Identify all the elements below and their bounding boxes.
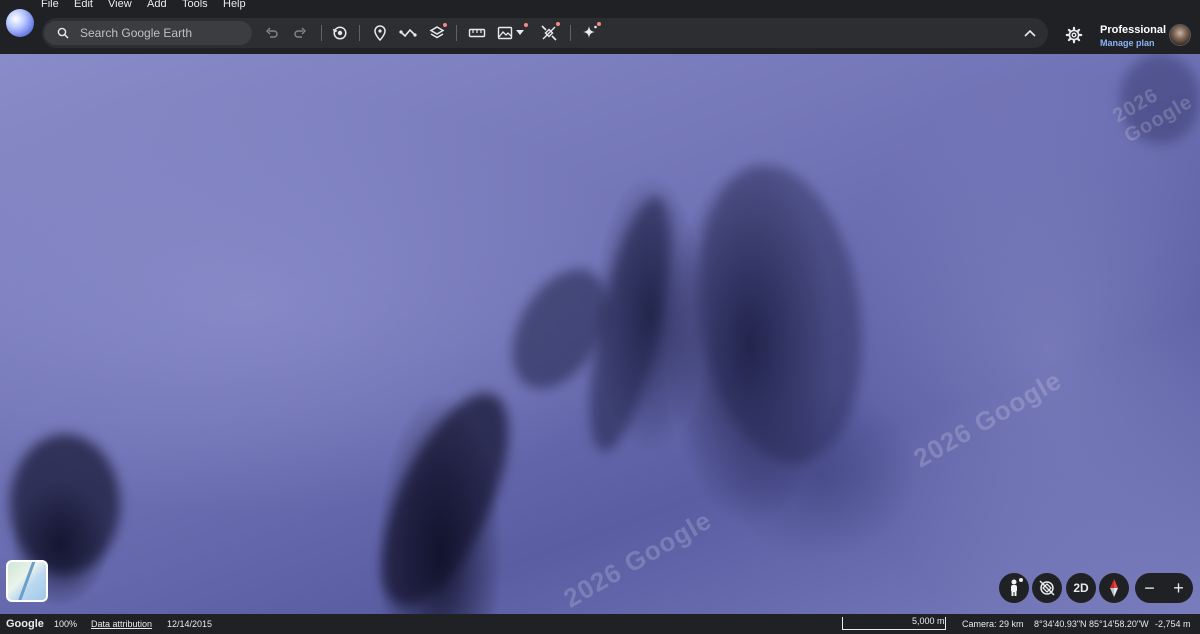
collapse-icon[interactable] xyxy=(1020,23,1040,43)
menu-bar: File Edit View Add Tools Help xyxy=(0,0,1200,12)
notification-dot xyxy=(1019,578,1023,582)
menu-file[interactable]: File xyxy=(41,0,59,10)
menu-view[interactable]: View xyxy=(108,0,132,10)
search-input[interactable] xyxy=(80,26,240,40)
chevron-down-icon[interactable] xyxy=(513,23,528,43)
path-icon[interactable] xyxy=(398,23,418,43)
map-style-icon[interactable] xyxy=(495,23,515,43)
compass-icon[interactable] xyxy=(1099,573,1129,603)
cursor-coordinates: 8°34'40.93"N 85°14'58.20"W xyxy=(1034,619,1149,629)
view-mode-2d-button[interactable]: 2D xyxy=(1066,573,1096,603)
top-bar: Professional Manage plan xyxy=(0,9,1200,54)
ai-sparkle-icon[interactable] xyxy=(580,22,601,43)
manage-plan-link[interactable]: Manage plan xyxy=(1100,38,1155,48)
gear-icon[interactable] xyxy=(1065,26,1083,44)
notification-dot xyxy=(597,22,601,26)
notification-dot xyxy=(443,23,447,27)
toolbar-divider xyxy=(359,25,360,41)
avatar[interactable] xyxy=(1169,24,1191,46)
toolbar-divider xyxy=(456,25,457,41)
zoom-in-button[interactable]: + xyxy=(1164,573,1193,603)
zoom-level: 100% xyxy=(54,619,78,629)
measure-icon[interactable] xyxy=(467,23,487,43)
terrain-shadow xyxy=(679,154,881,474)
imagery-date: 12/14/2015 xyxy=(167,619,213,629)
notification-dot xyxy=(524,23,528,27)
google-earth-logo-icon[interactable] xyxy=(6,9,34,37)
undo-icon[interactable] xyxy=(262,23,282,43)
satellite-icon[interactable] xyxy=(539,22,560,43)
terrain-shadow xyxy=(355,375,535,614)
zoom-out-button[interactable]: − xyxy=(1135,573,1164,603)
main-toolbar xyxy=(42,18,1048,48)
menu-add[interactable]: Add xyxy=(147,0,167,10)
terrain-shadow xyxy=(10,434,120,574)
zoom-controls: − + xyxy=(1135,573,1193,603)
elevation: -2,754 m xyxy=(1155,619,1191,629)
status-bar: Google 100% Data attribution 12/14/2015 … xyxy=(0,614,1200,634)
minimap-coastline xyxy=(14,562,37,600)
data-attribution-link[interactable]: Data attribution xyxy=(91,619,152,629)
map-viewport[interactable]: 2026 Google 2026 Google 2026 Google xyxy=(0,54,1200,614)
camera-altitude: Camera: 29 km xyxy=(962,619,1024,629)
minimap[interactable] xyxy=(6,560,48,602)
menu-edit[interactable]: Edit xyxy=(74,0,93,10)
notification-dot xyxy=(556,22,560,26)
map-watermark: 2026 Google xyxy=(908,364,1067,474)
google-brand: Google xyxy=(6,618,44,630)
plan-name: Professional xyxy=(1100,24,1167,36)
menu-help[interactable]: Help xyxy=(223,0,246,10)
search-box[interactable] xyxy=(44,21,252,45)
tilt-reset-icon[interactable] xyxy=(1032,573,1062,603)
redo-icon[interactable] xyxy=(290,23,310,43)
toolbar-divider xyxy=(570,25,571,41)
scale-label: 5,000 m xyxy=(912,616,945,626)
map-watermark: 2026 Google xyxy=(558,504,717,614)
layers-icon[interactable] xyxy=(427,23,447,43)
placemark-icon[interactable] xyxy=(370,23,390,43)
menu-tools[interactable]: Tools xyxy=(182,0,208,10)
street-view-pegman-icon[interactable] xyxy=(999,573,1029,603)
historical-imagery-icon[interactable] xyxy=(330,23,350,43)
search-icon xyxy=(56,26,70,40)
toolbar-divider xyxy=(321,25,322,41)
